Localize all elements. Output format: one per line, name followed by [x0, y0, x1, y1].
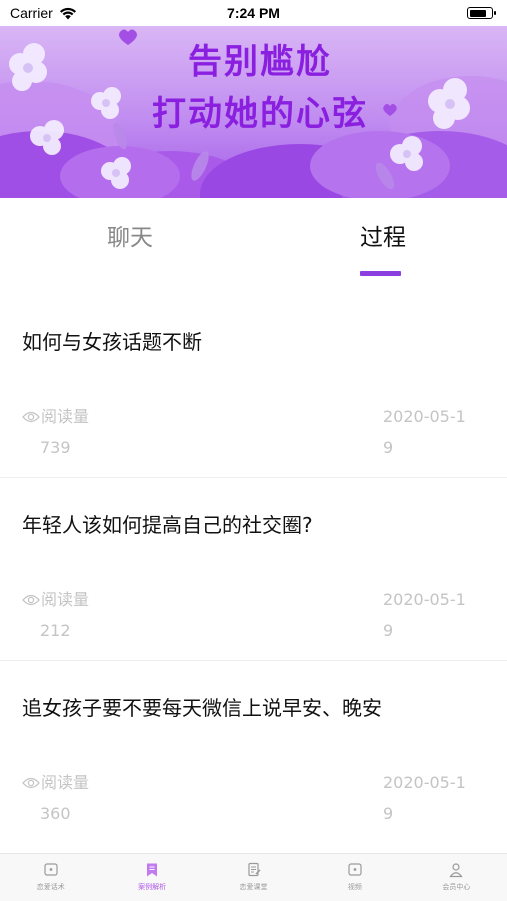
eye-icon: [22, 411, 40, 422]
banner-title: 告别尴尬 打动她的心弦: [150, 36, 370, 140]
status-left: Carrier: [0, 5, 77, 21]
article-views: 阅读量 212: [22, 584, 89, 646]
tabbar-label: 恋爱话术: [36, 883, 65, 891]
tabbar-item-member[interactable]: 会员中心: [406, 854, 507, 901]
bottom-tab-bar: 恋爱话术 案例解析 恋爱课堂 视频 会员中心: [0, 853, 507, 901]
wifi-icon: [59, 7, 76, 19]
banner-line1: 告别尴尬: [188, 42, 332, 82]
article-title: 如何与女孩话题不断: [22, 330, 202, 354]
views-label: 阅读量: [41, 590, 90, 609]
views-label: 阅读量: [41, 407, 90, 426]
tabbar-item-class[interactable]: 恋爱课堂: [203, 854, 304, 901]
tabbar-label: 会员中心: [442, 883, 471, 891]
article-title: 年轻人该如何提高自己的社交圈?: [22, 513, 313, 537]
views-label: 阅读量: [41, 773, 90, 792]
article-date: 2020-05-19: [383, 407, 466, 457]
carrier-label: Carrier: [10, 5, 53, 21]
tabbar-label: 案例解析: [138, 883, 167, 891]
tabbar-item-chat[interactable]: 恋爱话术: [0, 854, 101, 901]
article-views: 阅读量 360: [22, 767, 89, 829]
views-count: 360: [40, 804, 71, 823]
document-icon: [247, 862, 261, 877]
tabbar-label: 视频: [347, 883, 362, 891]
eye-icon: [22, 594, 40, 605]
bookmark-icon: [147, 863, 158, 877]
article-item[interactable]: 年轻人该如何提高自己的社交圈? 阅读量 212 2020-05-19: [0, 481, 507, 661]
status-right: [467, 7, 507, 19]
eye-icon: [22, 777, 40, 788]
status-bar: Carrier 7:24 PM: [0, 0, 507, 26]
tabbar-label: 恋爱课堂: [239, 883, 268, 891]
views-count: 212: [40, 621, 71, 640]
article-title: 追女孩子要不要每天微信上说早安、晚安: [22, 696, 382, 720]
article-date: 2020-05-19: [383, 773, 466, 823]
user-icon: [449, 863, 464, 878]
banner-line2: 打动她的心弦: [152, 94, 368, 134]
battery-icon: [467, 7, 496, 19]
promo-banner[interactable]: 告别尴尬 打动她的心弦: [0, 26, 507, 198]
views-count: 739: [40, 438, 71, 457]
tab-chat[interactable]: 聊天: [107, 218, 153, 252]
article-item[interactable]: 追女孩子要不要每天微信上说早安、晚安 阅读量 360 2020-05-19: [0, 664, 507, 844]
segment-tabs: 聊天 过程: [0, 198, 507, 294]
video-icon: [348, 863, 362, 876]
tabbar-item-video[interactable]: 视频: [304, 854, 405, 901]
tab-indicator: [360, 271, 401, 276]
tabbar-item-cases[interactable]: 案例解析: [101, 854, 202, 901]
article-date: 2020-05-19: [383, 590, 466, 640]
article-item[interactable]: 如何与女孩话题不断 阅读量 739 2020-05-19: [0, 298, 507, 478]
chat-icon: [44, 863, 58, 876]
tab-process[interactable]: 过程: [360, 218, 406, 252]
article-views: 阅读量 739: [22, 401, 89, 463]
